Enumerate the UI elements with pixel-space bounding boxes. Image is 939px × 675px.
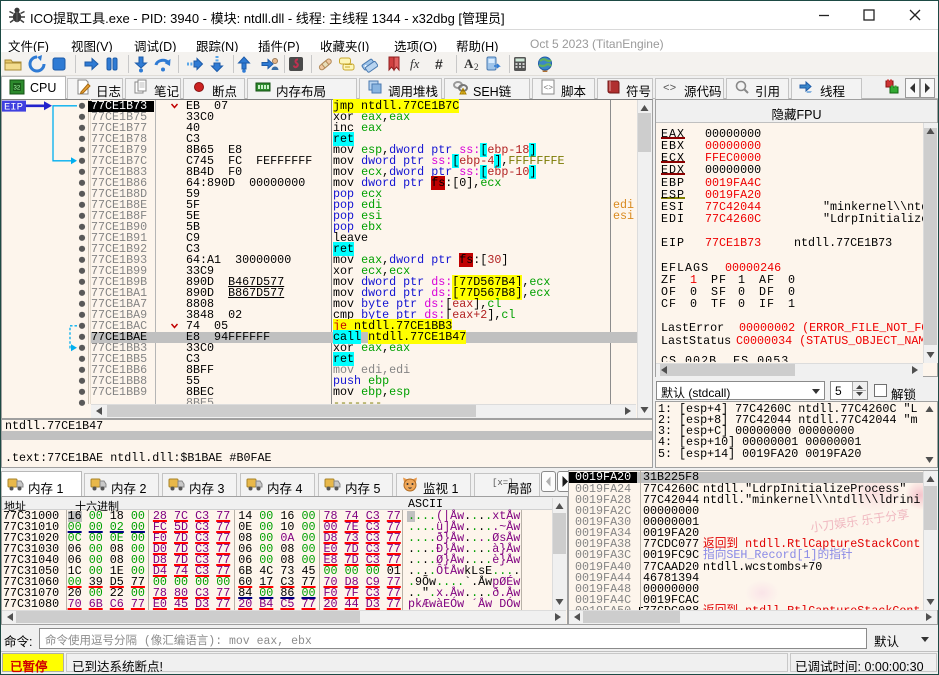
svg-text:<>: <> [544,84,554,93]
svg-text:2: 2 [474,62,479,72]
svg-text:fx: fx [410,56,420,71]
svg-text:A: A [464,56,474,71]
svg-text:<>: <> [663,83,676,95]
svg-text:#: # [435,56,443,72]
svg-text:EIP: EIP [4,102,23,114]
